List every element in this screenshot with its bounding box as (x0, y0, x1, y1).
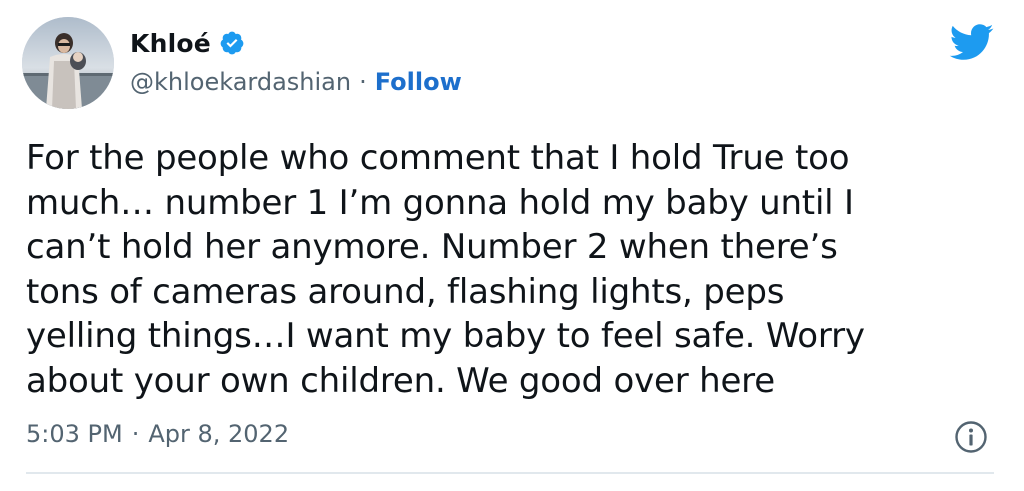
author-handle[interactable]: @khloekardashian (130, 68, 351, 96)
tweet-timestamp[interactable]: 5:03 PM · Apr 8, 2022 (26, 420, 289, 448)
tweet-embed: Khloé @khloekardashian · Follow For the … (0, 0, 1024, 491)
tweet-time: 5:03 PM (26, 420, 123, 448)
follow-button[interactable]: Follow (375, 68, 462, 96)
tweet-text-line: much… number 1 I’m gonna hold my baby un… (26, 182, 854, 223)
info-icon[interactable] (954, 420, 988, 454)
tweet-text-line: yelling things…I want my baby to feel sa… (26, 316, 865, 356)
handle-separator: · (359, 68, 367, 96)
divider (26, 472, 994, 474)
tweet-text-line: can’t hold her anymore. Number 2 when th… (26, 227, 838, 267)
timestamp-separator: · (131, 420, 140, 448)
author-name-row: Khloé (130, 26, 245, 60)
tweet-text-line: about your own children. We good over he… (26, 360, 775, 401)
tweet-text-line: tons of cameras around, flashing lights,… (26, 271, 785, 312)
tweet-text: For the people who comment that I hold T… (26, 136, 986, 403)
tweet-date: Apr 8, 2022 (148, 420, 290, 448)
author-handle-row: @khloekardashian · Follow (130, 66, 462, 98)
twitter-bird-icon[interactable] (948, 22, 994, 62)
verified-badge-icon (219, 30, 245, 56)
author-display-name[interactable]: Khloé (130, 29, 211, 58)
tweet-text-line: For the people who comment that I hold T… (26, 138, 850, 178)
avatar[interactable] (22, 17, 114, 109)
